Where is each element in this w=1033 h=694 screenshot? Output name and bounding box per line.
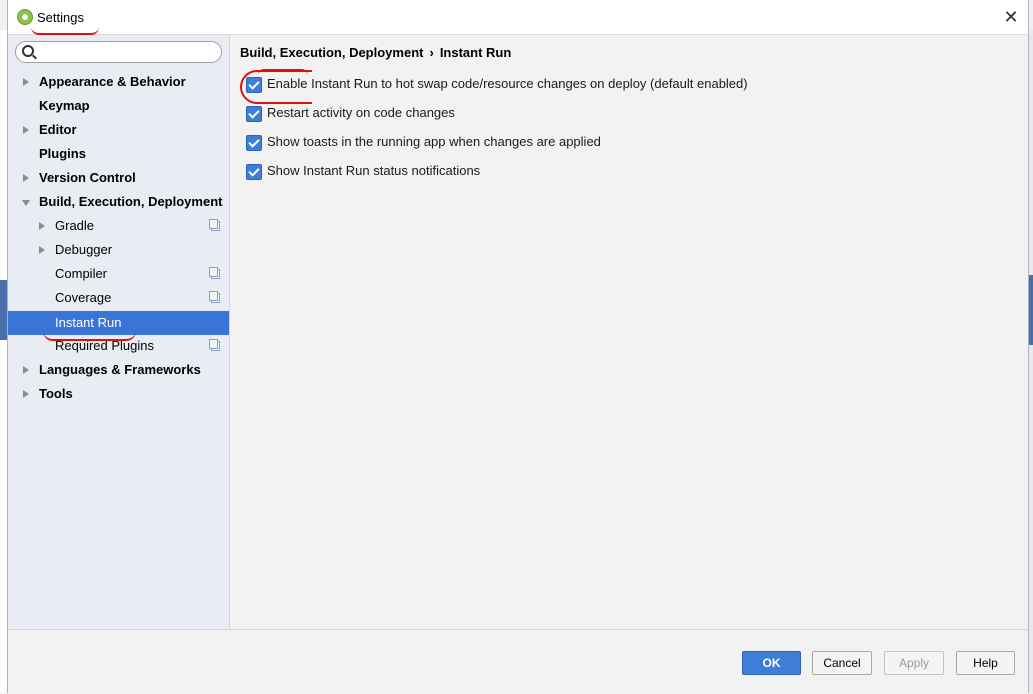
project-settings-icon (209, 267, 220, 279)
chevron-right-icon[interactable] (23, 174, 29, 182)
chevron-right-icon[interactable] (39, 222, 45, 230)
sidebar-item-tools[interactable]: Tools (8, 382, 229, 406)
sidebar-item-appearance-behavior[interactable]: Appearance & Behavior (8, 70, 229, 94)
sidebar-item-label: Editor (39, 122, 77, 137)
option-label: Show toasts in the running app when chan… (267, 134, 601, 149)
sidebar-item-languages-frameworks[interactable]: Languages & Frameworks (8, 358, 229, 382)
chevron-right-icon[interactable] (23, 126, 29, 134)
breadcrumb-parent: Build, Execution, Deployment (240, 45, 424, 60)
show-toasts-checkbox[interactable] (246, 135, 262, 151)
sidebar-item-label: Compiler (55, 266, 108, 281)
cancel-button[interactable]: Cancel (812, 651, 872, 675)
restart-activity-checkbox[interactable] (246, 106, 262, 122)
breadcrumb-separator: › (429, 45, 434, 60)
help-button[interactable]: Help (956, 651, 1015, 675)
android-studio-icon (17, 9, 33, 25)
window-title: Settings (37, 10, 84, 25)
dialog-footer: OK Cancel Apply Help (8, 629, 1028, 694)
sidebar-item-label: Languages & Frameworks (39, 362, 201, 377)
sidebar-item-gradle[interactable]: Gradle (8, 214, 229, 238)
sidebar-item-label: Plugins (39, 146, 86, 161)
breadcrumb: Build, Execution, Deployment › Instant Run (240, 45, 511, 60)
annotation-underline-title (31, 27, 99, 35)
chevron-right-icon[interactable] (23, 78, 29, 86)
sidebar-item-compiler[interactable]: Compiler (8, 262, 229, 286)
sidebar-item-label: Build, Execution, Deployment (39, 194, 223, 209)
project-settings-icon (209, 219, 220, 231)
chevron-right-icon[interactable] (23, 390, 29, 398)
sidebar-item-label: Gradle (55, 218, 95, 233)
chevron-right-icon[interactable] (39, 246, 45, 254)
sidebar-item-editor[interactable]: Editor (8, 118, 229, 142)
close-button[interactable]: ✕ (998, 4, 1024, 30)
sidebar-item-label: Debugger (55, 242, 113, 257)
close-icon: ✕ (1003, 6, 1019, 27)
sidebar-item-label: Appearance & Behavior (39, 74, 186, 89)
background-editor (0, 30, 7, 693)
sidebar-item-version-control[interactable]: Version Control (8, 166, 229, 190)
option-label: Show Instant Run status notifications (267, 163, 481, 178)
status-notifications-checkbox[interactable] (246, 164, 262, 180)
chevron-right-icon[interactable] (23, 366, 29, 374)
settings-dialog: Settings ✕ Appearance & Behavior Keymap … (7, 0, 1029, 694)
settings-sidebar: Appearance & Behavior Keymap Editor Plug… (8, 35, 230, 629)
annotation-underline-instant-run (43, 331, 136, 341)
search-input[interactable] (15, 41, 222, 63)
ok-button[interactable]: OK (742, 651, 801, 675)
sidebar-item-build-execution-deployment[interactable]: Build, Execution, Deployment (8, 190, 229, 214)
search-icon (22, 45, 34, 57)
enable-instant-run-checkbox[interactable] (246, 77, 262, 93)
project-settings-icon (209, 291, 220, 303)
sidebar-item-label: Coverage (55, 290, 112, 305)
sidebar-item-plugins[interactable]: Plugins (8, 142, 229, 166)
chevron-down-icon[interactable] (22, 200, 30, 206)
sidebar-item-label: Tools (39, 386, 73, 401)
settings-content: Build, Execution, Deployment › Instant Run… (230, 35, 1028, 629)
sidebar-item-label: Keymap (39, 98, 90, 113)
sidebar-item-debugger[interactable]: Debugger (8, 238, 229, 262)
project-settings-icon (209, 339, 220, 351)
option-label: Enable Instant Run to hot swap code/reso… (267, 76, 748, 91)
sidebar-item-label: Version Control (39, 170, 136, 185)
title-bar: Settings ✕ (8, 0, 1028, 35)
background-selection (0, 280, 7, 340)
sidebar-item-keymap[interactable]: Keymap (8, 94, 229, 118)
apply-button[interactable]: Apply (884, 651, 944, 675)
option-label: Restart activity on code changes (267, 105, 455, 120)
sidebar-item-coverage[interactable]: Coverage (8, 286, 229, 310)
breadcrumb-current: Instant Run (439, 45, 512, 60)
